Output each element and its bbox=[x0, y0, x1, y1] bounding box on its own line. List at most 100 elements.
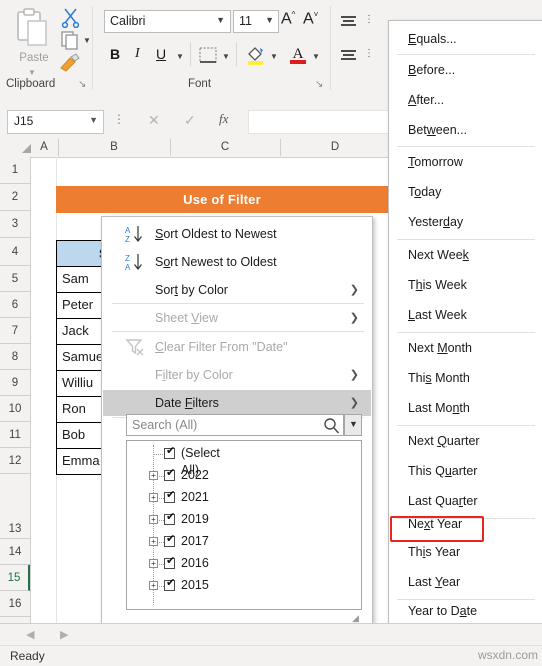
row-header-11[interactable]: 11 bbox=[0, 422, 30, 448]
submenu-item-last-week[interactable]: Last Week bbox=[390, 300, 542, 330]
row-header-4[interactable]: 4 bbox=[0, 238, 30, 266]
expand-icon[interactable]: + bbox=[149, 471, 158, 480]
font-size-input[interactable]: 11 ▼ bbox=[233, 10, 279, 33]
sheet-prev-icon[interactable]: ◀ bbox=[26, 628, 34, 641]
column-header-a[interactable]: A bbox=[30, 139, 59, 156]
submenu-item-last-month[interactable]: Last Month bbox=[390, 393, 542, 423]
align-top-more-icon[interactable]: ⋮ bbox=[364, 14, 374, 25]
column-header-d[interactable]: D bbox=[280, 139, 391, 156]
submenu-item-next-week[interactable]: Next Week bbox=[390, 240, 542, 270]
search-input[interactable]: Search (All) bbox=[126, 414, 344, 436]
menu-item-label: Sort Newest to Oldest bbox=[155, 255, 277, 269]
underline-button[interactable]: U bbox=[156, 46, 166, 62]
submenu-item-today[interactable]: Today bbox=[390, 177, 542, 207]
row-header-15[interactable]: 15 bbox=[0, 565, 30, 591]
menu-item-filter-by-color[interactable]: Filter by Color ❯ bbox=[103, 362, 371, 388]
submenu-item-equals[interactable]: Equals... bbox=[390, 24, 542, 54]
shrink-font-icon[interactable]: A˅ bbox=[303, 10, 318, 28]
checkbox[interactable]: ✔ bbox=[164, 490, 175, 503]
font-dialog-launcher[interactable]: ↘ bbox=[315, 79, 323, 90]
checkbox[interactable]: ✔ bbox=[164, 556, 175, 569]
name-box[interactable]: J15 ▼ bbox=[7, 110, 104, 134]
insert-function-icon[interactable]: fx bbox=[219, 111, 228, 127]
menu-item-sort-newest-to-oldest[interactable]: Z A Sort Newest to Oldest bbox=[103, 249, 371, 275]
menu-item-sheet-view[interactable]: Sheet View ❯ bbox=[103, 305, 371, 331]
font-size-chevron-down-icon[interactable]: ▼ bbox=[265, 15, 274, 25]
formula-bar-options-icon[interactable]: ⋮ bbox=[113, 112, 125, 126]
paste-chevron-down-icon[interactable]: ▼ bbox=[28, 68, 36, 77]
borders-icon[interactable] bbox=[199, 47, 217, 63]
checkbox[interactable]: ✔ bbox=[164, 446, 175, 459]
row-header-5[interactable]: 5 bbox=[0, 266, 30, 292]
row-header-14[interactable]: 14 bbox=[0, 539, 30, 565]
submenu-item-before[interactable]: Before... bbox=[390, 55, 542, 85]
checkbox[interactable]: ✔ bbox=[164, 512, 175, 525]
submenu-item-this-quarter[interactable]: This Quarter bbox=[390, 456, 542, 486]
align-top-icon[interactable] bbox=[340, 14, 358, 33]
submenu-item-tomorrow[interactable]: Tomorrow bbox=[390, 147, 542, 177]
scissors-icon[interactable] bbox=[60, 6, 82, 29]
list-item-label: 2021 bbox=[181, 490, 209, 504]
row-header-8[interactable]: 8 bbox=[0, 344, 30, 370]
checkbox[interactable]: ✔ bbox=[164, 534, 175, 547]
cancel-formula-icon[interactable]: ✕ bbox=[148, 112, 160, 129]
enter-formula-icon[interactable]: ✓ bbox=[184, 112, 196, 129]
format-painter-icon[interactable] bbox=[58, 53, 82, 73]
submenu-item-year-to-date[interactable]: Year to Date bbox=[390, 596, 542, 626]
borders-chevron-down-icon[interactable]: ▼ bbox=[222, 52, 230, 61]
row-header-9[interactable]: 9 bbox=[0, 370, 30, 396]
expand-icon[interactable]: + bbox=[149, 537, 158, 546]
font-name-chevron-down-icon[interactable]: ▼ bbox=[216, 15, 225, 25]
column-header-c[interactable]: C bbox=[170, 139, 281, 156]
submenu-item-yesterday[interactable]: Yesterday bbox=[390, 207, 542, 237]
fill-color-chevron-down-icon[interactable]: ▼ bbox=[270, 52, 278, 61]
font-color-icon[interactable]: A bbox=[289, 43, 307, 64]
paste-icon[interactable] bbox=[14, 8, 54, 50]
clipboard-dialog-launcher[interactable]: ↘ bbox=[78, 79, 86, 90]
row-header-2[interactable]: 2 bbox=[0, 184, 30, 211]
row-header-12[interactable]: 12 bbox=[0, 448, 30, 474]
underline-chevron-down-icon[interactable]: ▼ bbox=[176, 52, 184, 61]
submenu-item-next-quarter[interactable]: Next Quarter bbox=[390, 426, 542, 456]
row-header-10[interactable]: 10 bbox=[0, 396, 30, 422]
row-header-16[interactable]: 16 bbox=[0, 591, 30, 617]
chevron-right-icon: ❯ bbox=[349, 369, 359, 381]
menu-item-date-filters[interactable]: Date Filters ❯ bbox=[103, 390, 371, 416]
copy-chevron-down-icon[interactable]: ▼ bbox=[83, 36, 91, 45]
row-header-1[interactable]: 1 bbox=[0, 157, 30, 184]
expand-icon[interactable]: + bbox=[149, 493, 158, 502]
grow-font-icon[interactable]: A^ bbox=[281, 10, 295, 28]
row-header-13[interactable]: 13 bbox=[0, 474, 30, 539]
align-middle-icon[interactable] bbox=[340, 48, 358, 67]
column-header-b[interactable]: B bbox=[58, 139, 171, 156]
submenu-item-between[interactable]: Between... bbox=[390, 115, 542, 145]
menu-item-sort-oldest-to-newest[interactable]: A Z Sort Oldest to Newest bbox=[103, 221, 371, 247]
row-header-7[interactable]: 7 bbox=[0, 318, 30, 344]
fill-color-icon[interactable] bbox=[246, 44, 266, 65]
row-header-6[interactable]: 6 bbox=[0, 292, 30, 318]
sheet-next-icon[interactable]: ▶ bbox=[60, 628, 68, 641]
expand-icon[interactable]: + bbox=[149, 559, 158, 568]
name-box-chevron-down-icon[interactable]: ▼ bbox=[89, 115, 98, 125]
submenu-item-next-month[interactable]: Next Month bbox=[390, 333, 542, 363]
menu-item-clear-filter[interactable]: Clear Filter From "Date" bbox=[103, 334, 371, 360]
submenu-item-last-year[interactable]: Last Year bbox=[390, 567, 542, 597]
submenu-item-this-week[interactable]: This Week bbox=[390, 270, 542, 300]
font-name-input[interactable]: Calibri ▼ bbox=[104, 10, 231, 33]
checkbox[interactable]: ✔ bbox=[164, 578, 175, 591]
menu-item-label: Sort by Color bbox=[155, 283, 228, 297]
submenu-item-after[interactable]: After... bbox=[390, 85, 542, 115]
align-middle-more-icon[interactable]: ⋮ bbox=[364, 48, 374, 59]
search-dropdown-button[interactable]: ▼ bbox=[344, 414, 362, 436]
font-color-chevron-down-icon[interactable]: ▼ bbox=[312, 52, 320, 61]
menu-item-sort-by-color[interactable]: Sort by Color ❯ bbox=[103, 277, 371, 303]
checkbox[interactable]: ✔ bbox=[164, 468, 175, 481]
bold-button[interactable]: B bbox=[110, 46, 120, 62]
copy-icon[interactable] bbox=[60, 30, 82, 50]
row-header-3[interactable]: 3 bbox=[0, 211, 30, 238]
expand-icon[interactable]: + bbox=[149, 581, 158, 590]
submenu-item-this-month[interactable]: This Month bbox=[390, 363, 542, 393]
italic-button[interactable]: I bbox=[135, 46, 140, 62]
expand-icon[interactable]: + bbox=[149, 515, 158, 524]
filter-value-list[interactable]: ✔ (Select All) + ✔ 2022 + ✔ 2021 + ✔ 201… bbox=[126, 440, 362, 610]
